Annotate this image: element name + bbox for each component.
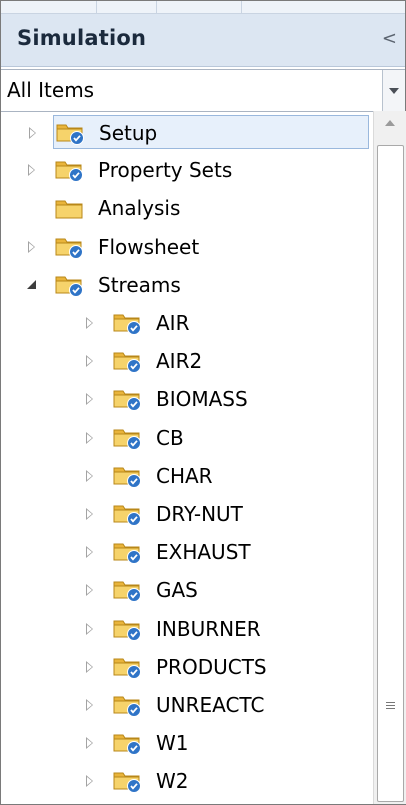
tree-item-label: BIOMASS	[156, 387, 248, 412]
folder-check-icon	[112, 578, 142, 603]
tree-item-label: GAS	[156, 578, 198, 603]
expand-arrow-icon[interactable]	[83, 354, 97, 368]
tree-item[interactable]: GAS	[1, 573, 371, 607]
tree-item[interactable]: PRODUCTS	[1, 650, 371, 684]
folder-check-icon	[112, 387, 142, 412]
tree-item[interactable]: Setup	[29, 115, 369, 149]
expand-arrow-icon[interactable]	[83, 622, 97, 636]
folder-check-icon	[112, 693, 142, 717]
tree-item[interactable]: CHAR	[1, 459, 371, 493]
tree-item-label: Flowsheet	[98, 234, 200, 259]
expand-arrow-icon[interactable]	[25, 240, 39, 254]
tree-item[interactable]: EXHAUST	[1, 535, 371, 569]
expand-arrow-icon[interactable]	[83, 774, 97, 788]
tree-item[interactable]: W1	[1, 726, 371, 760]
folder-check-icon	[112, 426, 142, 450]
item-filter-dropdown[interactable]: All Items	[1, 69, 405, 112]
folder-icon	[54, 196, 84, 220]
scrollbar-thumb[interactable]	[377, 145, 404, 802]
tree-item[interactable]: Streams	[1, 268, 371, 302]
expand-arrow-icon[interactable]	[83, 431, 97, 445]
tree-item-label: Property Sets	[98, 158, 233, 183]
tree-item-label: Streams	[98, 272, 181, 297]
folder-check-icon	[112, 349, 142, 374]
tree-item[interactable]: INBURNER	[1, 612, 371, 646]
expand-arrow-icon[interactable]	[83, 507, 97, 521]
tree-item-label: CB	[156, 425, 184, 450]
tree-item[interactable]: UNREACTC	[1, 688, 371, 722]
tree-item-label: Analysis	[98, 196, 181, 221]
top-tab-strip	[1, 1, 405, 14]
tree-item[interactable]: Flowsheet	[1, 230, 371, 264]
expand-arrow-icon[interactable]	[83, 392, 97, 406]
tree-item-label: AIR2	[156, 349, 203, 374]
tree-item-label: CHAR	[156, 463, 213, 488]
folder-check-icon	[112, 617, 142, 641]
folder-check-icon	[112, 655, 142, 679]
tree-item-label: W2	[156, 769, 189, 794]
tree-item[interactable]: CB	[1, 421, 371, 455]
expand-arrow-icon[interactable]	[26, 126, 40, 140]
simulation-panel: Simulation < All Items Setup Property Set…	[0, 0, 406, 805]
expand-arrow-icon[interactable]	[83, 545, 97, 559]
expand-arrow-icon[interactable]	[83, 583, 97, 597]
expand-arrow-icon[interactable]	[83, 316, 97, 330]
expand-arrow-icon[interactable]	[83, 736, 97, 750]
collapse-panel-button[interactable]: <	[382, 28, 397, 49]
expand-arrow-icon[interactable]	[83, 698, 97, 712]
panel-title: Simulation	[17, 26, 147, 50]
tree-item-label: UNREACTC	[156, 693, 265, 717]
tree-item[interactable]: W2	[1, 764, 371, 798]
tree-item[interactable]: Analysis	[1, 191, 371, 225]
folder-check-icon	[54, 235, 84, 259]
tree-item[interactable]: AIR2	[1, 344, 371, 378]
folder-check-icon	[112, 502, 142, 526]
tree-item-label: PRODUCTS	[156, 654, 267, 679]
folder-check-icon	[55, 121, 85, 145]
tree-item-label: DRY-NUT	[156, 502, 243, 526]
tree-item-label: AIR	[156, 311, 190, 335]
folder-check-icon	[54, 158, 84, 183]
expand-arrow-icon[interactable]	[83, 469, 97, 483]
tree-item-label: W1	[156, 731, 189, 756]
filter-selected-value: All Items	[7, 78, 95, 102]
folder-check-icon	[112, 769, 142, 794]
folder-check-icon	[112, 540, 142, 565]
tree-item[interactable]: DRY-NUT	[1, 497, 371, 531]
folder-check-icon	[112, 731, 142, 756]
folder-check-icon	[54, 273, 84, 297]
panel-header: Simulation <	[1, 14, 405, 67]
scroll-up-icon[interactable]	[374, 111, 406, 135]
tree-item-label: EXHAUST	[156, 540, 251, 565]
tree-item-label: Setup	[99, 121, 158, 145]
navigation-tree: Setup Property Sets Analysis Flowsheet Strea…	[1, 111, 373, 804]
folder-check-icon	[112, 311, 142, 335]
chevron-down-icon[interactable]	[382, 70, 405, 111]
tree-item-label: INBURNER	[156, 616, 261, 641]
tree-item[interactable]: BIOMASS	[1, 382, 371, 416]
collapse-arrow-icon[interactable]	[25, 278, 39, 292]
folder-check-icon	[112, 464, 142, 488]
expand-arrow-icon[interactable]	[83, 660, 97, 674]
tree-item[interactable]: Property Sets	[1, 153, 371, 187]
tree-item[interactable]: AIR	[1, 306, 371, 340]
expand-arrow-icon[interactable]	[25, 163, 39, 177]
vertical-scrollbar[interactable]	[373, 111, 406, 804]
